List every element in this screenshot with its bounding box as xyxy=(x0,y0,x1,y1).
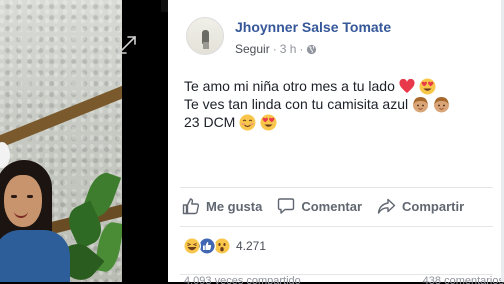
photo-girl-eye xyxy=(27,195,33,198)
post-line-text: Te ves tan linda con tu camisita azul xyxy=(184,96,409,112)
like-button[interactable]: Me gusta xyxy=(182,197,262,215)
follow-link[interactable]: Seguir xyxy=(235,42,270,56)
reaction-count[interactable]: 4.271 xyxy=(236,239,266,253)
expand-icon[interactable] xyxy=(116,34,138,56)
photo-girl-face xyxy=(4,175,42,227)
photo-wood-plank xyxy=(0,82,122,150)
photo-girl-eye xyxy=(11,195,17,198)
photo-girl-shirt xyxy=(0,230,70,282)
share-button[interactable]: Compartir xyxy=(377,197,464,215)
share-arrow-icon xyxy=(377,198,396,214)
haha-reaction-icon xyxy=(183,237,201,255)
divider xyxy=(180,187,493,188)
red-heart-icon xyxy=(399,78,415,93)
share-count[interactable]: 4.093 veces compartido xyxy=(184,276,301,284)
heart-eyes-emoji-icon xyxy=(419,78,436,94)
comment-count[interactable]: 438 comentarios xyxy=(423,276,504,284)
meta-separator: · xyxy=(272,42,277,56)
post-meta: Seguir · 3 h · xyxy=(235,42,317,56)
globe-icon[interactable] xyxy=(306,44,317,55)
avatar[interactable] xyxy=(186,17,224,55)
author-name[interactable]: Jhoynner Salse Tomate xyxy=(235,19,391,35)
post-stats: 4.093 veces compartido 438 comentarios xyxy=(184,276,504,284)
post-panel: Jhoynner Salse Tomate Seguir · 3 h · Te … xyxy=(168,0,504,284)
boy-emoji-icon xyxy=(413,96,429,112)
post-time[interactable]: 3 h xyxy=(280,42,297,56)
comment-label: Comentar xyxy=(301,198,363,214)
boy-emoji-icon xyxy=(434,96,450,112)
heart-eyes-emoji-icon xyxy=(260,114,277,130)
reactions-summary[interactable]: 4.271 xyxy=(183,237,266,255)
meta-separator: · xyxy=(299,42,304,56)
post-photo[interactable] xyxy=(0,0,122,282)
avatar-figure xyxy=(203,42,209,49)
photo-viewer xyxy=(0,0,168,282)
comment-button[interactable]: Comentar xyxy=(277,197,362,215)
viewer-scrollbar[interactable] xyxy=(161,0,168,282)
thumbs-up-icon xyxy=(182,198,200,215)
post-text: Te amo mi niña otro mes a tu lado Te ves… xyxy=(184,77,450,131)
smile-emoji-icon xyxy=(239,114,256,130)
post-line: Te ves tan linda con tu camisita azul xyxy=(184,95,450,113)
divider xyxy=(180,226,493,227)
share-label: Compartir xyxy=(402,198,465,214)
post-line-text: 23 DCM xyxy=(184,114,236,130)
comment-icon xyxy=(278,198,295,214)
like-label: Me gusta xyxy=(206,198,263,214)
post-line-text: Te amo mi niña otro mes a tu lado xyxy=(184,78,395,94)
action-bar: Me gusta Comentar Compartir xyxy=(182,197,479,215)
post-line: Te amo mi niña otro mes a tu lado xyxy=(184,77,450,95)
divider xyxy=(180,274,493,275)
post-line: 23 DCM xyxy=(184,113,450,131)
